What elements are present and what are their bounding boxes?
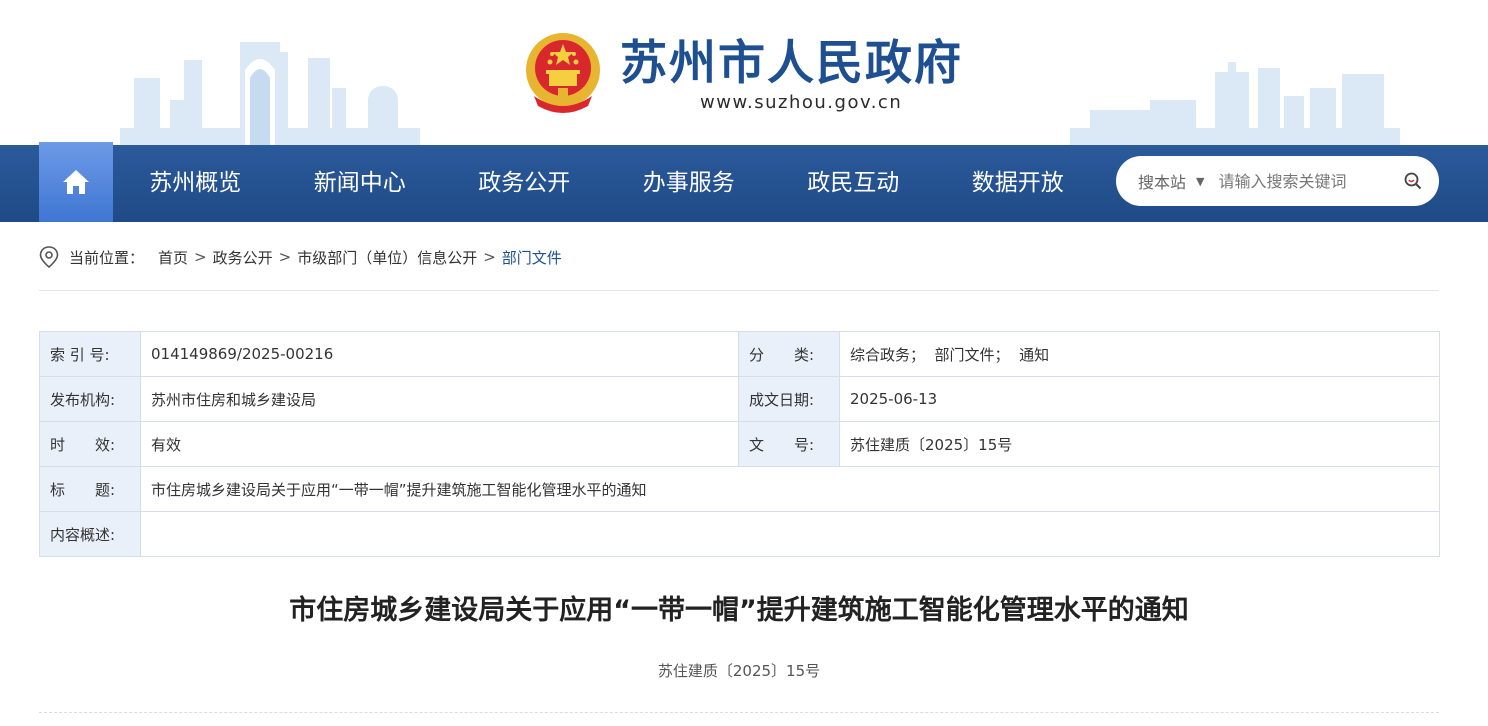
meta-value-doc-no: 苏住建质〔2025〕15号 xyxy=(839,421,1440,467)
search-input[interactable] xyxy=(1218,171,1384,191)
search-icon[interactable] xyxy=(1403,171,1423,191)
meta-value-index-no: 014149869/2025-00216 xyxy=(140,331,739,377)
table-row: 索 引 号: 014149869/2025-00216 分 类: 综合政务； 部… xyxy=(39,331,1440,377)
breadcrumb-separator: > xyxy=(194,248,207,266)
national-emblem-icon xyxy=(526,33,600,113)
document-meta-table: 索 引 号: 014149869/2025-00216 分 类: 综合政务； 部… xyxy=(39,331,1440,557)
breadcrumb-separator: > xyxy=(278,248,292,266)
site-title: 苏州市人民政府 xyxy=(620,36,963,91)
location-pin-icon xyxy=(39,246,59,268)
meta-label-publisher: 发布机构: xyxy=(39,376,141,422)
breadcrumb: 当前位置： 首页 > 政务公开 > 市级部门（单位）信息公开 > 部门文件 xyxy=(39,245,562,269)
nav-item-overview[interactable]: 苏州概览 xyxy=(113,145,278,222)
document-title: 市住房城乡建设局关于应用“一带一帽”提升建筑施工智能化管理水平的通知 xyxy=(289,595,1189,626)
breadcrumb-label: 当前位置： xyxy=(69,248,145,267)
meta-value-category: 综合政务； 部门文件； 通知 xyxy=(839,331,1440,377)
nav-item-open-data[interactable]: 数据开放 xyxy=(936,145,1101,222)
nav-item-services[interactable]: 办事服务 xyxy=(607,145,772,222)
site-header: 苏州市人民政府 www.suzhou.gov.cn xyxy=(0,0,1488,145)
meta-label-index-no: 索 引 号: xyxy=(39,331,141,377)
breadcrumb-separator: > xyxy=(483,248,496,266)
divider xyxy=(39,290,1439,291)
skyline-right-decoration xyxy=(1070,62,1400,145)
main-nav: 苏州概览 新闻中心 政务公开 办事服务 政民互动 数据开放 搜本站 ▼ xyxy=(0,142,1488,222)
nav-home-button[interactable] xyxy=(39,142,113,222)
meta-value-title: 市住房城乡建设局关于应用“一带一帽”提升建筑施工智能化管理水平的通知 xyxy=(140,466,1440,512)
table-row: 内容概述: xyxy=(39,511,1440,557)
meta-label-category: 分 类: xyxy=(738,331,840,377)
document-number: 苏住建质〔2025〕15号 xyxy=(657,662,821,680)
meta-label-date: 成文日期: xyxy=(738,376,840,422)
table-row: 标 题: 市住房城乡建设局关于应用“一带一帽”提升建筑施工智能化管理水平的通知 xyxy=(39,466,1440,512)
breadcrumb-home[interactable]: 首页 xyxy=(158,247,188,268)
table-row: 时 效: 有效 文 号: 苏住建质〔2025〕15号 xyxy=(39,421,1440,467)
meta-label-doc-no: 文 号: xyxy=(738,421,840,467)
breadcrumb-current[interactable]: 部门文件 xyxy=(502,247,562,268)
meta-label-title: 标 题: xyxy=(39,466,141,512)
nav-item-gov-affairs[interactable]: 政务公开 xyxy=(442,145,607,222)
table-row: 发布机构: 苏州市住房和城乡建设局 成文日期: 2025-06-13 xyxy=(39,376,1440,422)
meta-label-summary: 内容概述: xyxy=(39,511,141,557)
meta-label-validity: 时 效: xyxy=(39,421,141,467)
skyline-left-decoration xyxy=(120,42,420,145)
divider xyxy=(39,712,1439,713)
meta-value-date: 2025-06-13 xyxy=(839,376,1440,422)
breadcrumb-dept-info[interactable]: 市级部门（单位）信息公开 xyxy=(297,247,477,268)
meta-value-validity: 有效 xyxy=(140,421,739,467)
search-scope-label: 搜本站 xyxy=(1138,173,1187,192)
caret-down-icon: ▼ xyxy=(1196,174,1205,188)
nav-item-news[interactable]: 新闻中心 xyxy=(278,145,443,222)
site-url: www.suzhou.gov.cn xyxy=(700,92,903,113)
meta-value-summary xyxy=(140,511,1440,557)
nav-item-interaction[interactable]: 政民互动 xyxy=(771,145,936,222)
search-scope-select[interactable]: 搜本站 ▼ xyxy=(1138,169,1204,193)
home-icon xyxy=(63,170,89,194)
breadcrumb-gov-affairs[interactable]: 政务公开 xyxy=(213,247,273,268)
meta-value-publisher: 苏州市住房和城乡建设局 xyxy=(140,376,739,422)
search-box: 搜本站 ▼ xyxy=(1116,156,1439,206)
site-logo[interactable]: 苏州市人民政府 www.suzhou.gov.cn xyxy=(522,30,963,120)
